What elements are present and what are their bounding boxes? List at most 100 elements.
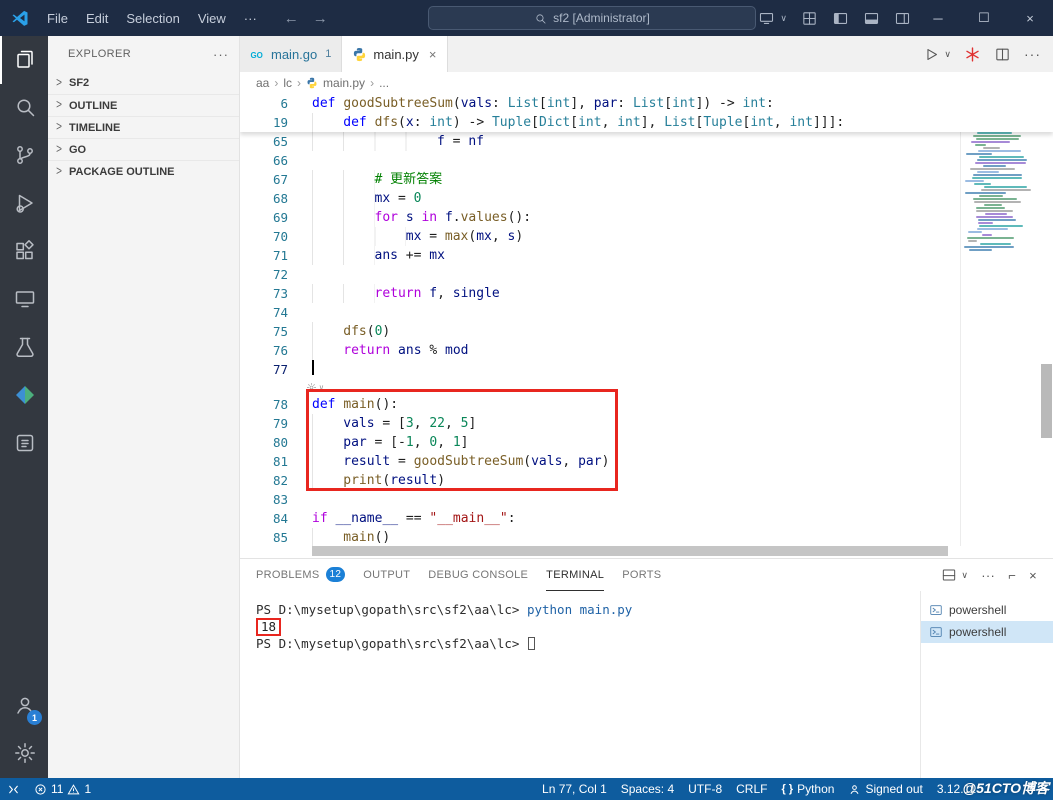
sidebar-section-package-outline[interactable]: > PACKAGE OUTLINE (48, 160, 239, 182)
chevron-down-icon[interactable]: ∨ (944, 49, 951, 60)
menu-edit[interactable]: Edit (77, 5, 117, 31)
code-line[interactable]: 75 dfs(0) (240, 322, 1053, 341)
line-number[interactable]: 74 (240, 303, 288, 322)
code-line[interactable]: 72 (240, 265, 1053, 284)
code-line[interactable]: 74 (240, 303, 1053, 322)
code-line[interactable]: 67 # 更新答案 (240, 170, 1053, 189)
activity-extensions[interactable] (0, 228, 48, 276)
activity-source-control[interactable] (0, 132, 48, 180)
code-line[interactable]: 84 if __name__ == "__main__": (240, 509, 1053, 528)
code-line[interactable]: 70 mx = max(mx, s) (240, 227, 1053, 246)
maximize-panel-icon[interactable]: ⌐ (1008, 568, 1016, 583)
maximize-button[interactable]: ☐ (961, 0, 1007, 36)
eol-sequence[interactable]: CRLF (729, 778, 774, 800)
tab-main-go[interactable]: GO main.go 1 (240, 36, 343, 72)
tab-main-py[interactable]: main.py × (342, 36, 448, 72)
line-number[interactable]: 75 (240, 322, 288, 341)
remote-indicator[interactable] (0, 778, 27, 800)
line-number[interactable]: 81 (240, 452, 288, 471)
run-button[interactable] (923, 46, 940, 63)
menu-file[interactable]: File (38, 5, 77, 31)
breadcrumb-item[interactable]: lc (283, 76, 292, 90)
activity-settings[interactable] (0, 730, 48, 778)
minimize-button[interactable]: ─ (915, 0, 961, 36)
activity-search[interactable] (0, 84, 48, 132)
split-editor-icon[interactable] (994, 46, 1011, 63)
activity-remote-explorer[interactable] (0, 276, 48, 324)
line-number[interactable]: 73 (240, 284, 288, 303)
line-number[interactable]: 83 (240, 490, 288, 509)
toggle-sidebar-icon[interactable] (832, 10, 849, 27)
scrollbar-thumb[interactable] (312, 546, 948, 556)
line-number[interactable]: 72 (240, 265, 288, 284)
code-editor[interactable]: 6 def goodSubtreeSum(vals: List[int], par… (240, 94, 1053, 558)
more-actions-icon[interactable]: ··· (981, 568, 995, 583)
sidebar-section-go[interactable]: > GO (48, 138, 239, 160)
language-mode[interactable]: { } Python (774, 778, 841, 800)
menu-selection[interactable]: Selection (117, 5, 188, 31)
line-number[interactable]: 79 (240, 414, 288, 433)
breadcrumb-item[interactable]: aa (256, 76, 269, 90)
code-line[interactable]: 76 return ans % mod (240, 341, 1053, 360)
tab-problems[interactable]: PROBLEMS 12 (256, 559, 346, 591)
tab-output[interactable]: OUTPUT (363, 559, 410, 591)
tab-debug-console[interactable]: DEBUG CONSOLE (428, 559, 528, 591)
toggle-secondary-sidebar-icon[interactable] (894, 10, 911, 27)
extension-asterisk-icon[interactable] (964, 46, 981, 63)
grid-layout-icon[interactable] (801, 10, 818, 27)
minimap[interactable] (960, 94, 1040, 546)
scrollbar-thumb[interactable] (1041, 364, 1052, 438)
activity-explorer[interactable] (0, 36, 48, 84)
breadcrumb-item[interactable]: ... (379, 76, 389, 90)
menu-view[interactable]: View (189, 5, 235, 31)
nav-back-icon[interactable]: ← (284, 10, 299, 27)
tab-ports[interactable]: PORTS (622, 559, 661, 591)
terminal-list-item[interactable]: powershell (921, 621, 1053, 643)
line-number[interactable]: 78 (240, 395, 288, 414)
tab-terminal[interactable]: TERMINAL (546, 559, 605, 591)
activity-run-debug[interactable] (0, 180, 48, 228)
line-number[interactable]: 67 (240, 170, 288, 189)
line-number[interactable]: 76 (240, 341, 288, 360)
sidebar-section-outline[interactable]: > OUTLINE (48, 94, 239, 116)
account-status[interactable]: Signed out (841, 778, 929, 800)
activity-accounts[interactable]: 1 (0, 682, 48, 730)
close-panel-icon[interactable]: × (1029, 568, 1037, 583)
terminal-list-item[interactable]: powershell (921, 599, 1053, 621)
line-number[interactable]: 85 (240, 528, 288, 547)
code-line[interactable]: 77 (240, 360, 1053, 379)
line-number[interactable]: 80 (240, 433, 288, 452)
line-number[interactable]: 70 (240, 227, 288, 246)
menu-overflow[interactable]: ··· (235, 5, 266, 31)
terminal-profile-icon[interactable] (941, 567, 957, 583)
line-number[interactable]: 84 (240, 509, 288, 528)
terminal-output[interactable]: PS D:\mysetup\gopath\src\sf2\aa\lc> pyth… (240, 591, 920, 778)
activity-testing[interactable] (0, 324, 48, 372)
code-line[interactable]: 65 f = nf (240, 132, 1053, 151)
remote-monitor-icon[interactable] (758, 10, 775, 27)
indentation[interactable]: Spaces: 4 (614, 778, 681, 800)
horizontal-scrollbar[interactable] (312, 546, 948, 557)
code-line[interactable]: 68 mx = 0 (240, 189, 1053, 208)
line-number[interactable]: 69 (240, 208, 288, 227)
line-number[interactable]: 65 (240, 132, 288, 151)
cursor-position[interactable]: Ln 77, Col 1 (535, 778, 614, 800)
tab-close-icon[interactable]: × (429, 47, 437, 62)
breadcrumb-item[interactable]: main.py (323, 76, 365, 90)
code-line[interactable]: 69 for s in f.values(): (240, 208, 1053, 227)
line-number[interactable]: 19 (240, 113, 288, 132)
sidebar-section-sf2[interactable]: > SF2 (48, 72, 239, 94)
code-line[interactable]: 6 def goodSubtreeSum(vals: List[int], par… (240, 94, 1053, 113)
line-number[interactable]: 77 (240, 360, 288, 379)
line-number[interactable]: 71 (240, 246, 288, 265)
code-line[interactable]: 66 (240, 151, 1053, 170)
close-button[interactable]: × (1007, 0, 1053, 36)
activity-extension-a[interactable] (0, 372, 48, 420)
nav-forward-icon[interactable]: → (313, 10, 328, 27)
line-number[interactable]: 82 (240, 471, 288, 490)
line-number[interactable]: 6 (240, 94, 288, 113)
code-line[interactable]: 85 main() (240, 528, 1053, 547)
code-line[interactable]: 19 def dfs(x: int) -> Tuple[Dict[int, int… (240, 113, 1053, 132)
encoding[interactable]: UTF-8 (681, 778, 729, 800)
activity-extension-b[interactable] (0, 420, 48, 468)
